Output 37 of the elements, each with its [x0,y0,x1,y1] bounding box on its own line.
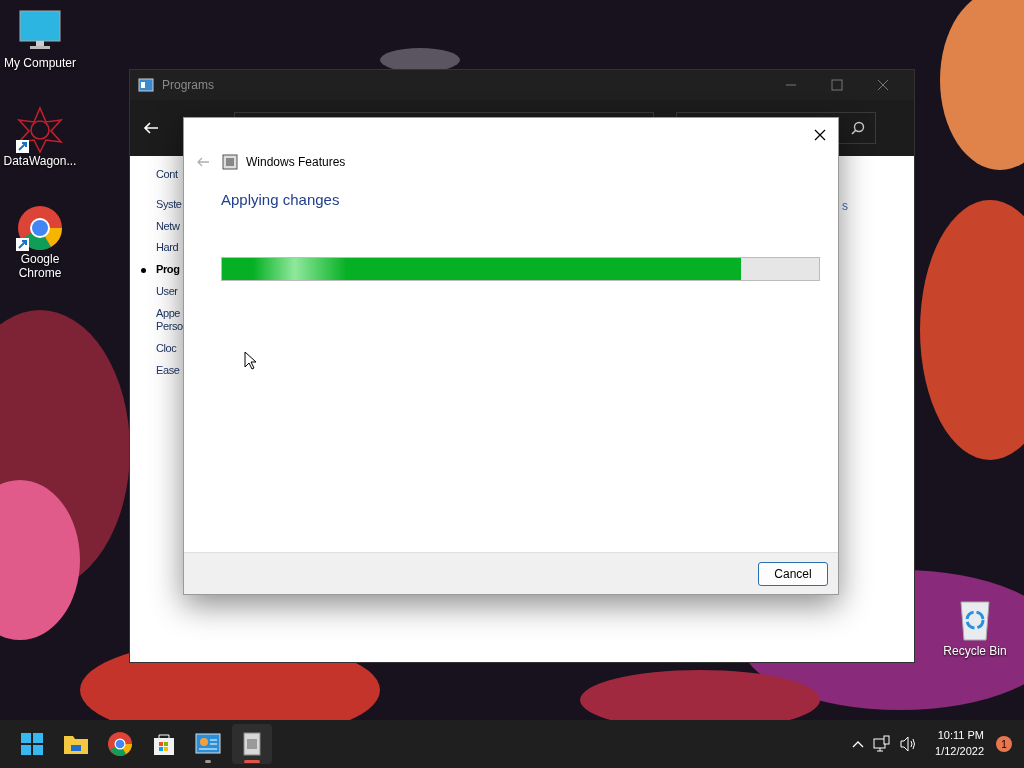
window-title: Programs [162,77,214,94]
cursor-icon [244,351,257,370]
running-indicator [205,760,211,763]
clock-date[interactable]: 1/12/2022 [935,744,984,760]
sidebar-link[interactable]: Cont [156,168,178,182]
sidebar-link[interactable]: Cloc [156,342,177,356]
shortcut-icon[interactable] [16,106,64,154]
icon-label[interactable]: My Computer [2,56,78,71]
dialog-heading: Applying changes [221,190,341,210]
sidebar-link[interactable]: Prog [156,263,180,277]
features-icon [222,154,238,170]
sidebar-link[interactable]: Netw [156,219,180,234]
chrome-icon[interactable] [106,730,134,758]
sidebar-link[interactable]: Syste [156,197,182,212]
volume-icon[interactable] [899,735,918,753]
running-indicator [244,760,260,763]
clock-time[interactable]: 10:11 PM [935,728,984,744]
back-icon[interactable] [142,120,160,136]
start-icon[interactable] [18,730,46,758]
shortcut-icon[interactable] [16,204,64,252]
cancel-button[interactable]: Cancel [758,561,828,586]
icon-label[interactable]: Recycle Bin [937,644,1013,659]
sidebar-link[interactable]: User [156,284,178,299]
sidebar-link[interactable]: Ease [156,363,180,378]
icon-label[interactable]: DataWagon... [2,154,78,169]
sidebar-link[interactable]: Appe Perso [156,306,183,334]
icon-label[interactable]: Google Chrome [2,252,78,281]
control-panel-icon [138,77,154,93]
sidebar-link[interactable]: Hard [156,241,179,255]
search-icon[interactable] [851,121,865,135]
bullet-icon [141,268,146,273]
close-icon[interactable] [814,129,826,141]
dialog-title: Windows Features [246,154,346,171]
taskbar-button[interactable] [232,724,272,764]
notification-badge[interactable]: 1 [996,736,1012,752]
network-icon[interactable] [873,735,892,753]
link-text[interactable]: s [842,197,848,215]
